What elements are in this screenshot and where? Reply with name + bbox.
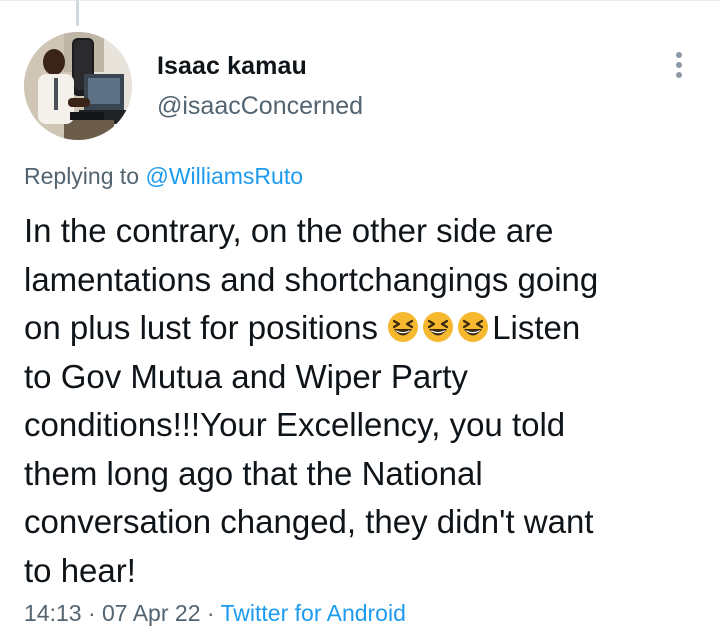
tweet-source-link[interactable]: Twitter for Android (221, 600, 406, 626)
tweet-line: conversation changed, they didn't want (24, 503, 594, 540)
tweet-metadata: 14:13 · 07 Apr 22 · Twitter for Android (24, 600, 406, 627)
tweet-date[interactable]: 07 Apr 22 (102, 600, 200, 626)
replying-prefix: Replying to (24, 163, 146, 189)
tweet-line: to Gov Mutua and Wiper Party (24, 357, 468, 395)
top-divider (0, 0, 720, 1)
user-display-name[interactable]: Isaac kamau (157, 52, 307, 81)
grinning-squinting-face-emoji-icon (457, 311, 489, 343)
tweet-text: In the contrary, on the other side are l… (24, 207, 704, 595)
more-options-icon[interactable] (668, 50, 690, 80)
more-dot (676, 52, 682, 58)
tweet-line-segment: on plus lust for positions (24, 309, 388, 346)
grinning-squinting-face-emoji-icon (422, 311, 454, 343)
avatar[interactable] (24, 32, 132, 140)
more-dot (676, 62, 682, 68)
user-handle[interactable]: @isaacConcerned (157, 92, 363, 121)
tweet-line: In the contrary, on the other side are (24, 212, 554, 249)
tweet-line-segment: Listen (492, 309, 581, 346)
replying-to-line: Replying to @WilliamsRuto (24, 163, 303, 190)
tweet-line: conditions!!!Your Excellency, you told (24, 406, 566, 443)
tweet-line: to hear! (24, 551, 136, 589)
more-dot (676, 72, 682, 78)
grinning-squinting-face-emoji-icon (387, 311, 419, 343)
reply-mention-link[interactable]: @WilliamsRuto (145, 163, 303, 189)
thread-connector-line (76, 0, 79, 26)
tweet-line: them long ago that the National (24, 454, 483, 492)
meta-separator: · (200, 600, 221, 626)
tweet-time[interactable]: 14:13 (24, 600, 82, 626)
tweet-line: lamentations and shortchangings going (24, 260, 599, 298)
meta-separator: · (81, 600, 103, 626)
avatar-photo (24, 32, 132, 140)
tweet-detail-view: Isaac kamau @isaacConcerned Replying to … (0, 0, 720, 643)
tweet-line-with-emoji: on plus lust for positions Listen (24, 304, 704, 353)
